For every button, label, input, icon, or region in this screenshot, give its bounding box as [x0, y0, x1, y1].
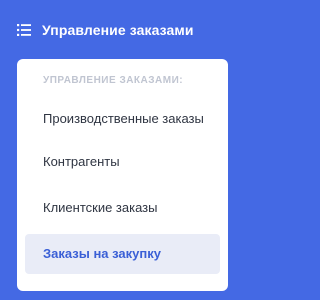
dropdown-menu: УПРАВЛЕНИЕ ЗАКАЗАМИ: Производственные за…: [17, 59, 228, 291]
menu-item-client-orders[interactable]: Клиентские заказы: [25, 190, 220, 226]
menu-item-purchase-orders[interactable]: Заказы на закупку: [25, 234, 220, 274]
menu-item-production-orders[interactable]: Производственные заказы: [25, 101, 220, 137]
menu-item-counterparties[interactable]: Контрагенты: [25, 144, 220, 180]
section-label: УПРАВЛЕНИЕ ЗАКАЗАМИ:: [43, 75, 184, 86]
list-icon: [17, 24, 31, 36]
menu-item-label: Заказы на закупку: [43, 246, 161, 261]
menu-item-label: Контрагенты: [43, 154, 120, 169]
menu-item-label: Клиентские заказы: [43, 200, 158, 215]
header-title: Управление заказами: [42, 22, 194, 38]
menu-header[interactable]: Управление заказами: [17, 17, 194, 43]
menu-item-label: Производственные заказы: [43, 111, 204, 126]
